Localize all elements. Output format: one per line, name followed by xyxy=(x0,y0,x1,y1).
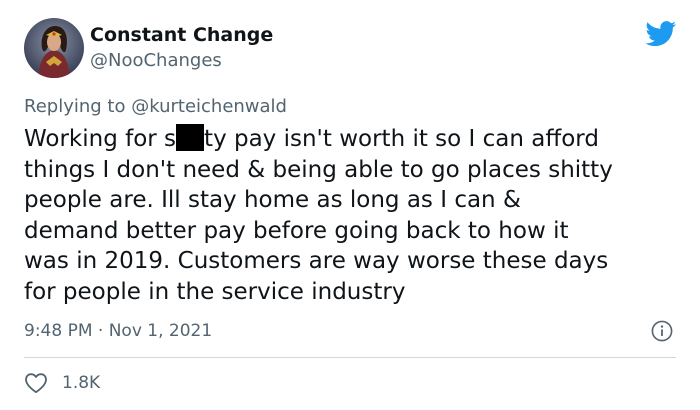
twitter-bird-icon[interactable] xyxy=(645,21,677,47)
tweet-text-line: was in 2019. Customers are way worse the… xyxy=(24,248,609,274)
tweet-text-segment: Working for s xyxy=(24,126,177,152)
tweet-text-line: for people in the service industry xyxy=(24,278,406,305)
tweet-text-line: people are. Ill stay home as long as I c… xyxy=(24,187,521,213)
heart-icon xyxy=(24,372,48,394)
reply-context: Replying to @kurteichenwald xyxy=(24,95,287,119)
author-display-name[interactable]: Constant Change xyxy=(90,24,273,46)
tweet-text-segment: ty pay isn't worth it so I can afford xyxy=(204,126,599,152)
redaction-box xyxy=(176,124,205,151)
tweet-timestamp[interactable]: 9:48 PM · Nov 1, 2021 xyxy=(24,320,212,342)
tweet-card: Constant Change @NooChanges Replying to … xyxy=(0,0,700,410)
wonder-woman-avatar-icon xyxy=(24,18,84,78)
avatar[interactable] xyxy=(24,18,84,78)
info-icon[interactable] xyxy=(651,320,673,342)
tweet-text: Working for s ty pay isn't worth it so I … xyxy=(24,124,684,307)
author-handle[interactable]: @NooChanges xyxy=(90,50,222,72)
reply-mention-link[interactable]: @kurteichenwald xyxy=(131,96,287,117)
like-count: 1.8K xyxy=(62,373,101,393)
like-button[interactable]: 1.8K xyxy=(24,370,100,396)
reply-prefix: Replying to xyxy=(24,96,132,117)
tweet-text-line: demand better pay before going back to h… xyxy=(24,217,569,244)
tweet-text-line: things I don't need & being able to go p… xyxy=(24,156,613,183)
divider xyxy=(24,357,676,358)
tweet-text-line: Working for s ty pay isn't worth it so I … xyxy=(24,124,684,155)
